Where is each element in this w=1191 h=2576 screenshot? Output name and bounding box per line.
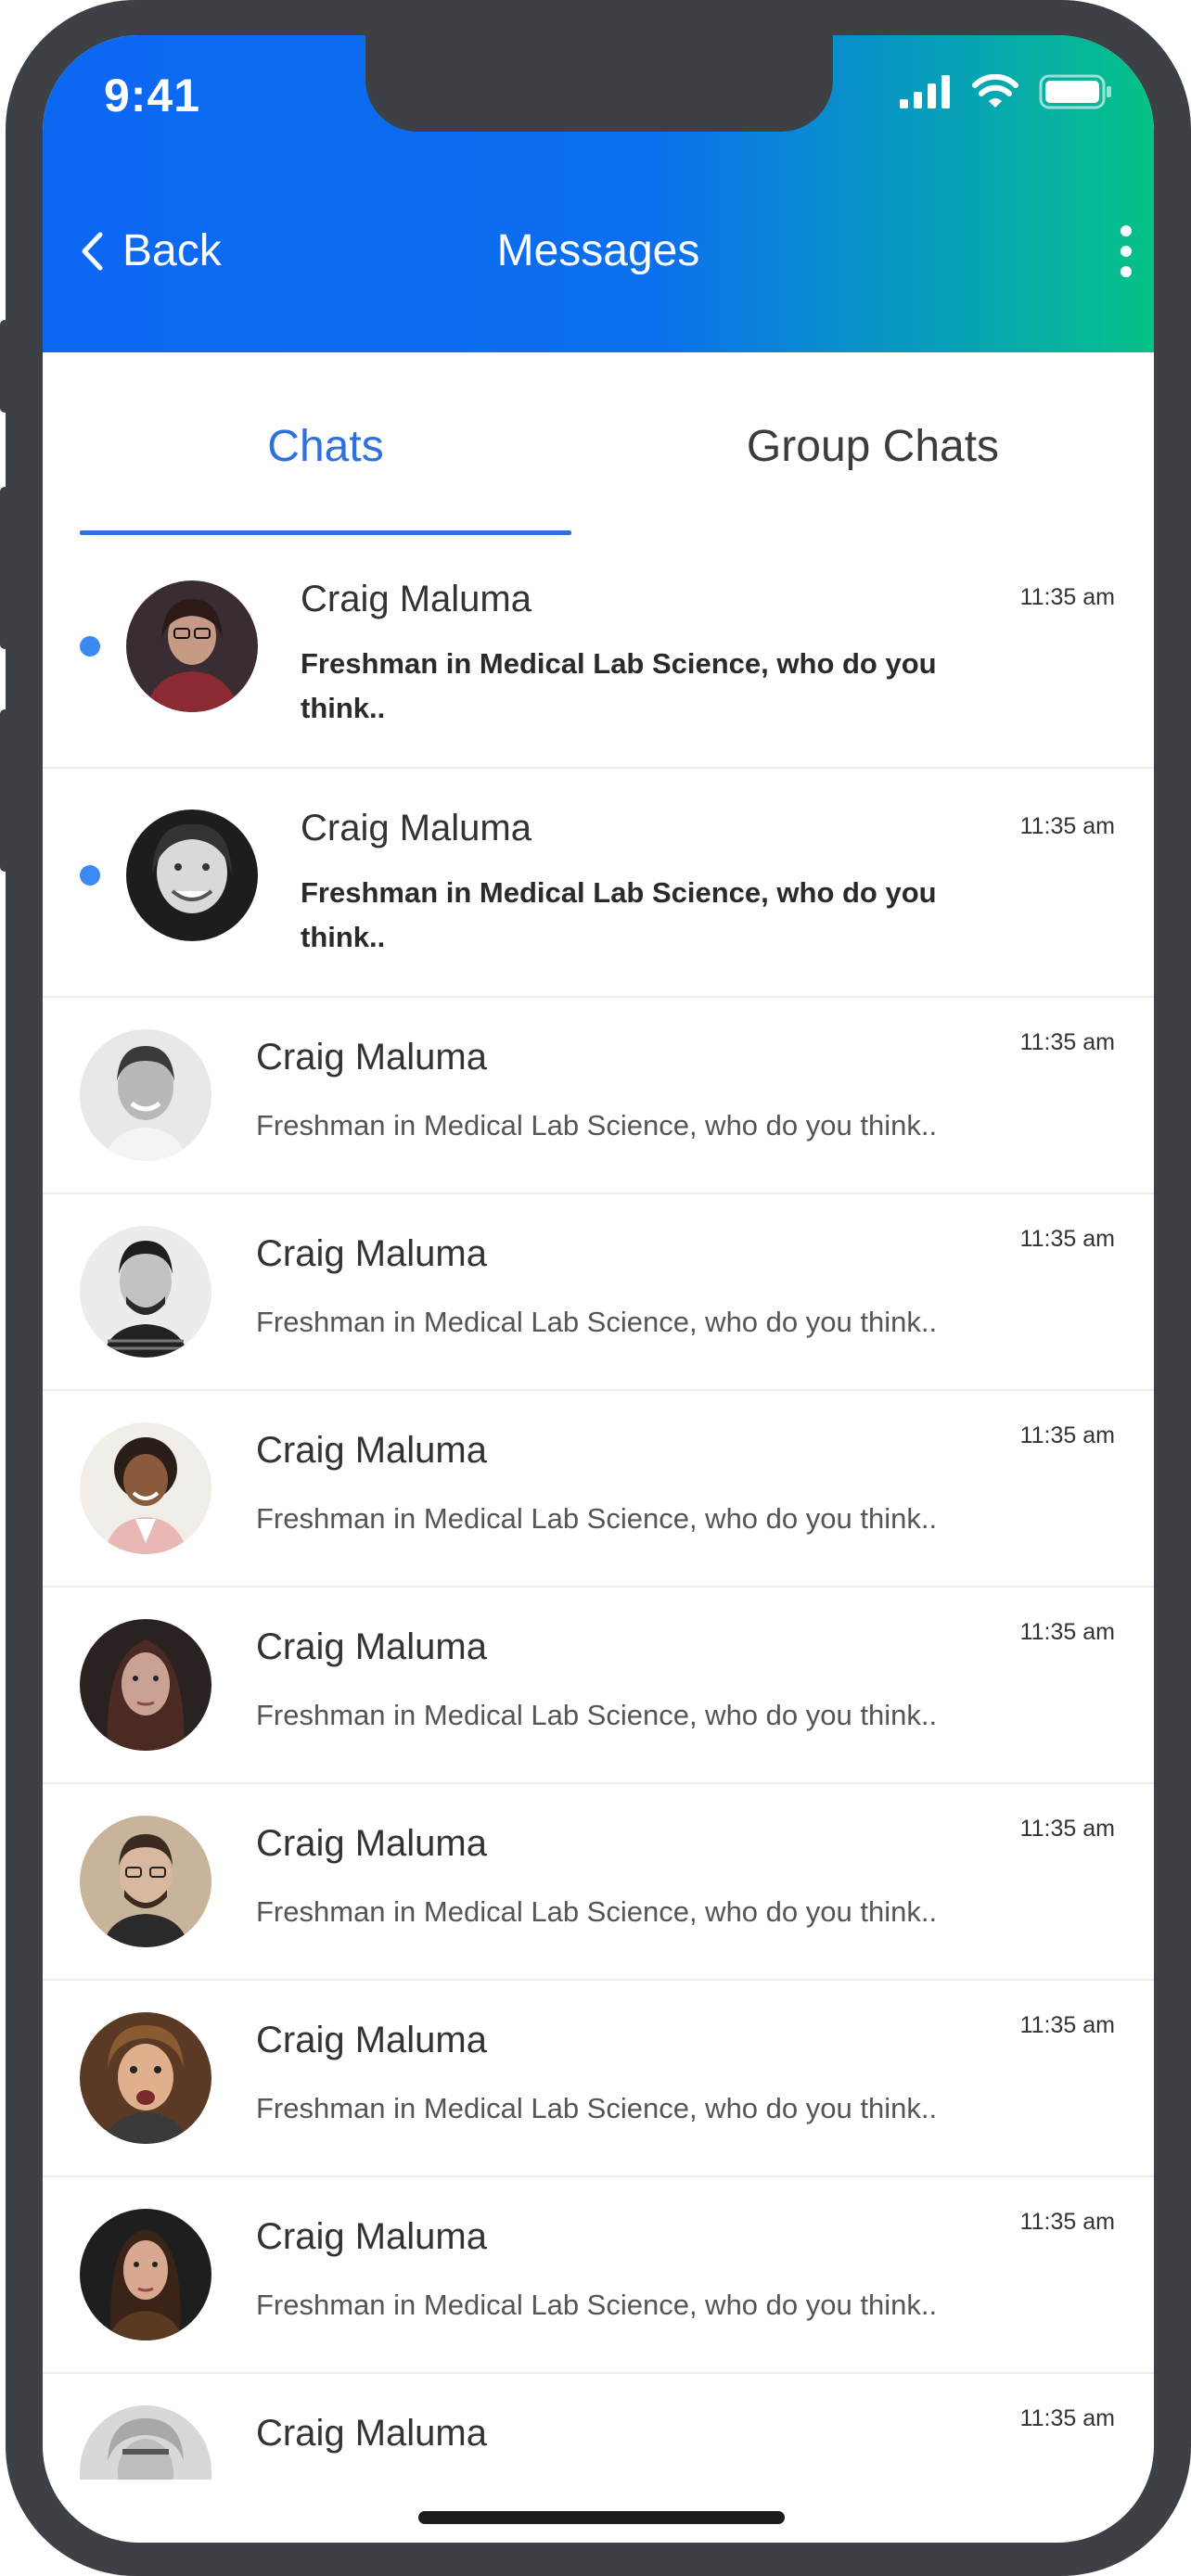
avatar — [126, 580, 258, 712]
conversation-row[interactable]: Craig Maluma Freshman in Medical Lab Sci… — [43, 1391, 1154, 1588]
message-time: 11:35 am — [1019, 2209, 1115, 2235]
message-time: 11:35 am — [1019, 1422, 1115, 1448]
conversation-row[interactable]: Craig Maluma Freshman in Medical Lab Sci… — [43, 540, 1154, 769]
avatar — [80, 2405, 211, 2480]
message-preview: Freshman in Medical Lab Science, who do … — [301, 876, 937, 953]
battery-icon — [1039, 74, 1111, 109]
conversation-list: Craig Maluma Freshman in Medical Lab Sci… — [43, 540, 1154, 2543]
contact-name: Craig Maluma — [256, 1626, 487, 1667]
page-title: Messages — [496, 226, 700, 275]
avatar — [80, 1422, 211, 1554]
status-time: 9:41 — [104, 70, 201, 121]
more-options-icon[interactable] — [1108, 225, 1145, 277]
avatar — [80, 1226, 211, 1358]
tab-group-chats[interactable]: Group Chats — [627, 352, 1119, 540]
conversation-row[interactable]: Craig Maluma Freshman in Medical Lab Sci… — [43, 769, 1154, 998]
message-time: 11:35 am — [1019, 2012, 1115, 2038]
active-tab-indicator — [80, 530, 571, 535]
mute-switch — [0, 320, 9, 413]
tab-bar: Chats Group Chats — [43, 352, 1154, 540]
wifi-icon — [972, 74, 1018, 108]
power-button — [1187, 561, 1191, 839]
contact-name: Craig Maluma — [256, 1233, 487, 1274]
message-time: 11:35 am — [1019, 1226, 1115, 1252]
message-time: 11:35 am — [1019, 1619, 1115, 1645]
contact-name: Craig Maluma — [256, 2020, 487, 2060]
message-preview: Freshman in Medical Lab Science, who do … — [256, 1895, 938, 1928]
message-preview: Freshman in Medical Lab Science, who do … — [256, 1109, 938, 1141]
conversation-row[interactable]: Craig Maluma Freshman in Medical Lab Sci… — [43, 998, 1154, 1194]
signal-icon — [900, 75, 950, 108]
home-indicator[interactable] — [418, 2511, 785, 2524]
header: 9:41 Back Messages — [43, 35, 1154, 352]
avatar — [80, 2012, 211, 2144]
conversation-row[interactable]: Craig Maluma Freshman in Medical Lab Sci… — [43, 1981, 1154, 2177]
notch — [365, 35, 833, 132]
message-preview: Freshman in Medical Lab Science, who do … — [256, 1699, 938, 1731]
message-preview: Freshman in Medical Lab Science, who do … — [256, 1306, 938, 1338]
avatar — [80, 1029, 211, 1161]
conversation-row[interactable]: Craig Maluma Freshman in Medical Lab Sci… — [43, 1588, 1154, 1784]
contact-name: Craig Maluma — [256, 2413, 487, 2454]
conversation-row[interactable]: Craig Maluma Freshman in Medical Lab Sci… — [43, 1784, 1154, 1981]
message-preview: Freshman in Medical Lab Science, who do … — [256, 2092, 938, 2124]
volume-down-button — [0, 709, 9, 872]
message-time: 11:35 am — [1019, 2405, 1115, 2431]
conversation-row[interactable]: Craig Maluma Freshman in Medical Lab Sci… — [43, 1194, 1154, 1391]
message-preview: Freshman in Medical Lab Science, who do … — [301, 647, 937, 724]
message-preview: Freshman in Medical Lab Science, who do … — [256, 2289, 938, 2321]
avatar — [80, 2209, 211, 2340]
contact-name: Craig Maluma — [301, 579, 531, 619]
conversation-row[interactable]: Craig Maluma Freshman in Medical Lab Sci… — [43, 2177, 1154, 2374]
phone-frame: 9:41 Back Messages Chats Group Chats Cra… — [0, 0, 1191, 2576]
avatar — [80, 1619, 211, 1751]
message-time: 11:35 am — [1019, 1816, 1115, 1842]
message-time: 11:35 am — [1019, 584, 1115, 610]
avatar — [126, 810, 258, 941]
contact-name: Craig Maluma — [301, 808, 531, 848]
unread-indicator — [80, 636, 100, 657]
volume-up-button — [0, 487, 9, 649]
contact-name: Craig Maluma — [256, 1430, 487, 1471]
message-time: 11:35 am — [1019, 813, 1115, 839]
message-time: 11:35 am — [1019, 1029, 1115, 1055]
contact-name: Craig Maluma — [256, 1823, 487, 1864]
screen: 9:41 Back Messages Chats Group Chats Cra… — [43, 35, 1154, 2543]
contact-name: Craig Maluma — [256, 1037, 487, 1078]
unread-indicator — [80, 865, 100, 886]
avatar — [80, 1816, 211, 1947]
tab-chats[interactable]: Chats — [80, 352, 571, 540]
contact-name: Craig Maluma — [256, 2216, 487, 2257]
status-icons — [900, 74, 1113, 109]
message-preview: Freshman in Medical Lab Science, who do … — [256, 1502, 938, 1535]
